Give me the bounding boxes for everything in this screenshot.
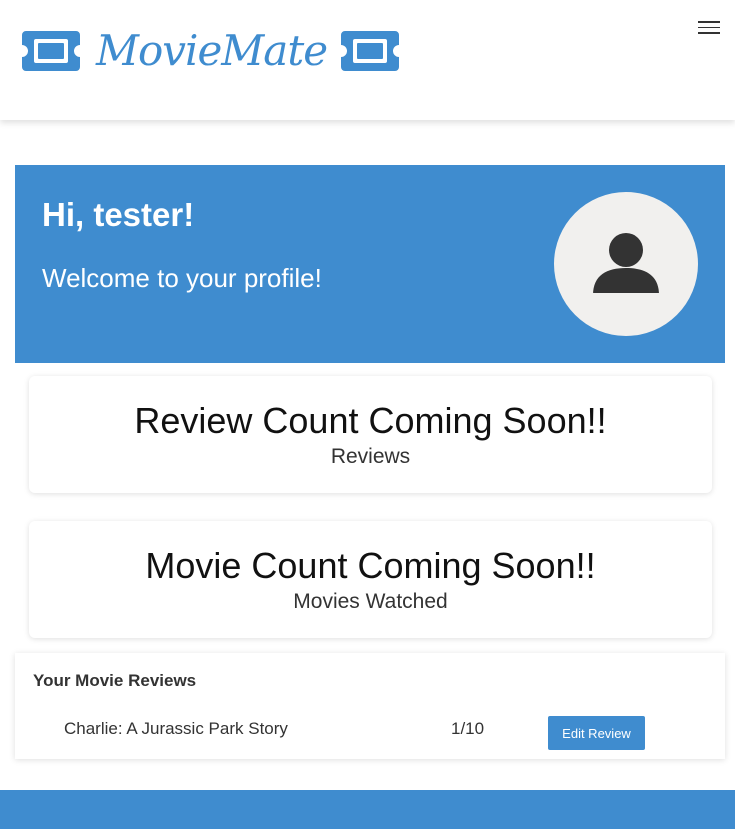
review-count-value: Review Count Coming Soon!! [134,400,607,441]
profile-greeting: Hi, tester! [42,196,195,233]
review-rating: 1/10 [451,719,485,738]
review-count-label: Reviews [330,445,411,468]
reviews-heading: Your Movie Reviews [33,671,197,690]
movie-count-value: Movie Count Coming Soon!! [145,545,596,586]
review-movie-title: Charlie: A Jurassic Park Story [64,719,288,738]
site-footer [0,790,735,829]
movie-reviews-panel: Your Movie Reviews Charlie: A Jurassic P… [15,653,725,759]
logo[interactable]: MovieMate [20,26,401,76]
review-count-card: Review Count Coming Soon!! Reviews [29,376,712,493]
ticket-icon [341,31,400,71]
profile-banner: Hi, tester! Welcome to your profile! [15,165,725,363]
menu-line [698,26,720,28]
avatar[interactable] [554,192,698,336]
menu-line [698,21,720,23]
ticket-icon [22,31,80,71]
logo-text: MovieMate [96,26,328,75]
profile-welcome-text: Welcome to your profile! [42,263,322,293]
edit-review-button[interactable]: Edit Review [548,716,645,750]
movie-count-label: Movies Watched [293,590,448,613]
user-icon [593,233,659,296]
movie-count-card: Movie Count Coming Soon!! Movies Watched [29,521,712,638]
hamburger-icon[interactable] [698,21,720,37]
site-header: MovieMate [0,0,735,120]
menu-line [698,32,720,34]
